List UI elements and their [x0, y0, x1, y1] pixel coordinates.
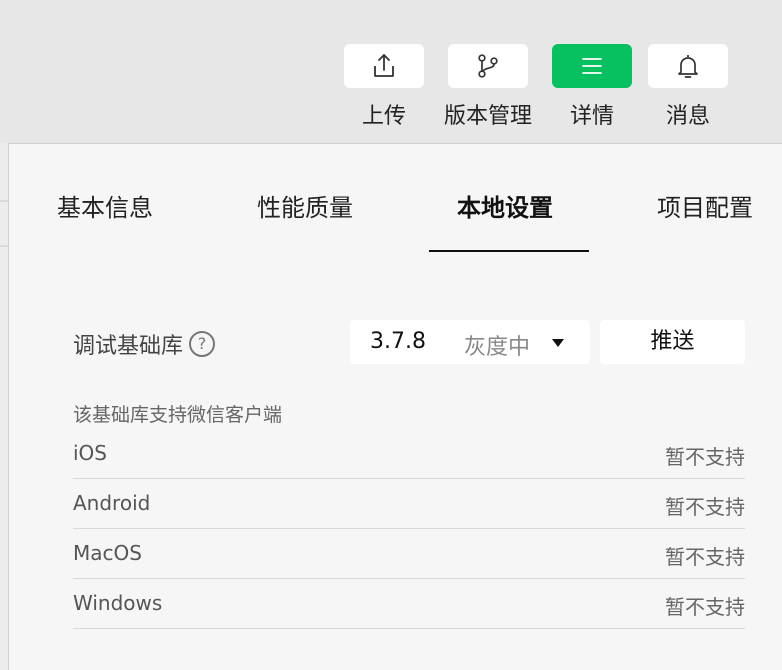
messages-button[interactable]: [648, 44, 728, 88]
details-button[interactable]: [552, 44, 632, 88]
client-name: MacOS: [73, 541, 142, 565]
left-pane-edge: [0, 143, 8, 670]
help-icon-glyph: ?: [197, 334, 207, 353]
base-library-label-text: 调试基础库: [73, 334, 184, 359]
list-item: iOS 暂不支持: [73, 429, 745, 479]
tab-local-settings[interactable]: 本地设置: [457, 188, 553, 223]
base-library-select[interactable]: 3.7.8 灰度中: [350, 320, 590, 364]
upload-icon: [374, 54, 394, 77]
details-panel: 基本信息 性能质量 本地设置 项目配置 调试基础库 ? 3.7.8 灰度中 推送…: [8, 143, 782, 670]
upload-label: 上传: [361, 104, 406, 129]
chevron-down-icon: [552, 339, 564, 347]
active-tab-indicator: [429, 250, 589, 252]
version-tool: 版本管理: [444, 44, 532, 130]
client-status: 暂不支持: [665, 445, 745, 469]
client-name: Android: [73, 491, 151, 515]
details-tabs: 基本信息 性能质量 本地设置 项目配置: [9, 144, 782, 252]
base-library-status: 灰度中: [464, 335, 531, 360]
divider: [0, 245, 8, 247]
upload-tool: 上传: [344, 44, 424, 130]
client-status: 暂不支持: [665, 595, 745, 619]
client-support-list: iOS 暂不支持 Android 暂不支持 MacOS 暂不支持 Windows…: [73, 429, 745, 629]
client-status: 暂不支持: [665, 545, 745, 569]
client-name: Windows: [73, 591, 163, 615]
tab-basic-info[interactable]: 基本信息: [57, 188, 153, 223]
version-manage-button[interactable]: [448, 44, 528, 88]
list-item: Windows 暂不支持: [73, 579, 745, 629]
client-status: 暂不支持: [665, 495, 745, 519]
client-name: iOS: [73, 441, 107, 465]
divider: [0, 200, 8, 202]
messages-label: 消息: [665, 104, 710, 129]
tab-performance[interactable]: 性能质量: [257, 188, 353, 223]
push-button[interactable]: 推送: [600, 320, 745, 364]
top-toolbar: 上传 版本管理 详情 消息: [0, 0, 782, 143]
tab-project-config[interactable]: 项目配置: [657, 188, 753, 223]
support-title: 该基础库支持微信客户端: [73, 404, 283, 426]
base-library-label: 调试基础库 ?: [73, 328, 216, 360]
list-item: Android 暂不支持: [73, 479, 745, 529]
help-icon[interactable]: ?: [189, 331, 216, 357]
list-item: MacOS 暂不支持: [73, 529, 745, 579]
version-manage-label: 版本管理: [443, 104, 532, 129]
upload-button[interactable]: [344, 44, 424, 88]
messages-tool: 消息: [648, 44, 728, 130]
branch-icon: [478, 54, 498, 78]
base-library-version: 3.7.8: [370, 329, 426, 354]
bell-icon: [678, 55, 698, 78]
menu-icon: [582, 58, 602, 74]
base-library-row: 调试基础库 ? 3.7.8 灰度中 推送: [73, 320, 745, 366]
details-tool: 详情: [552, 44, 632, 130]
